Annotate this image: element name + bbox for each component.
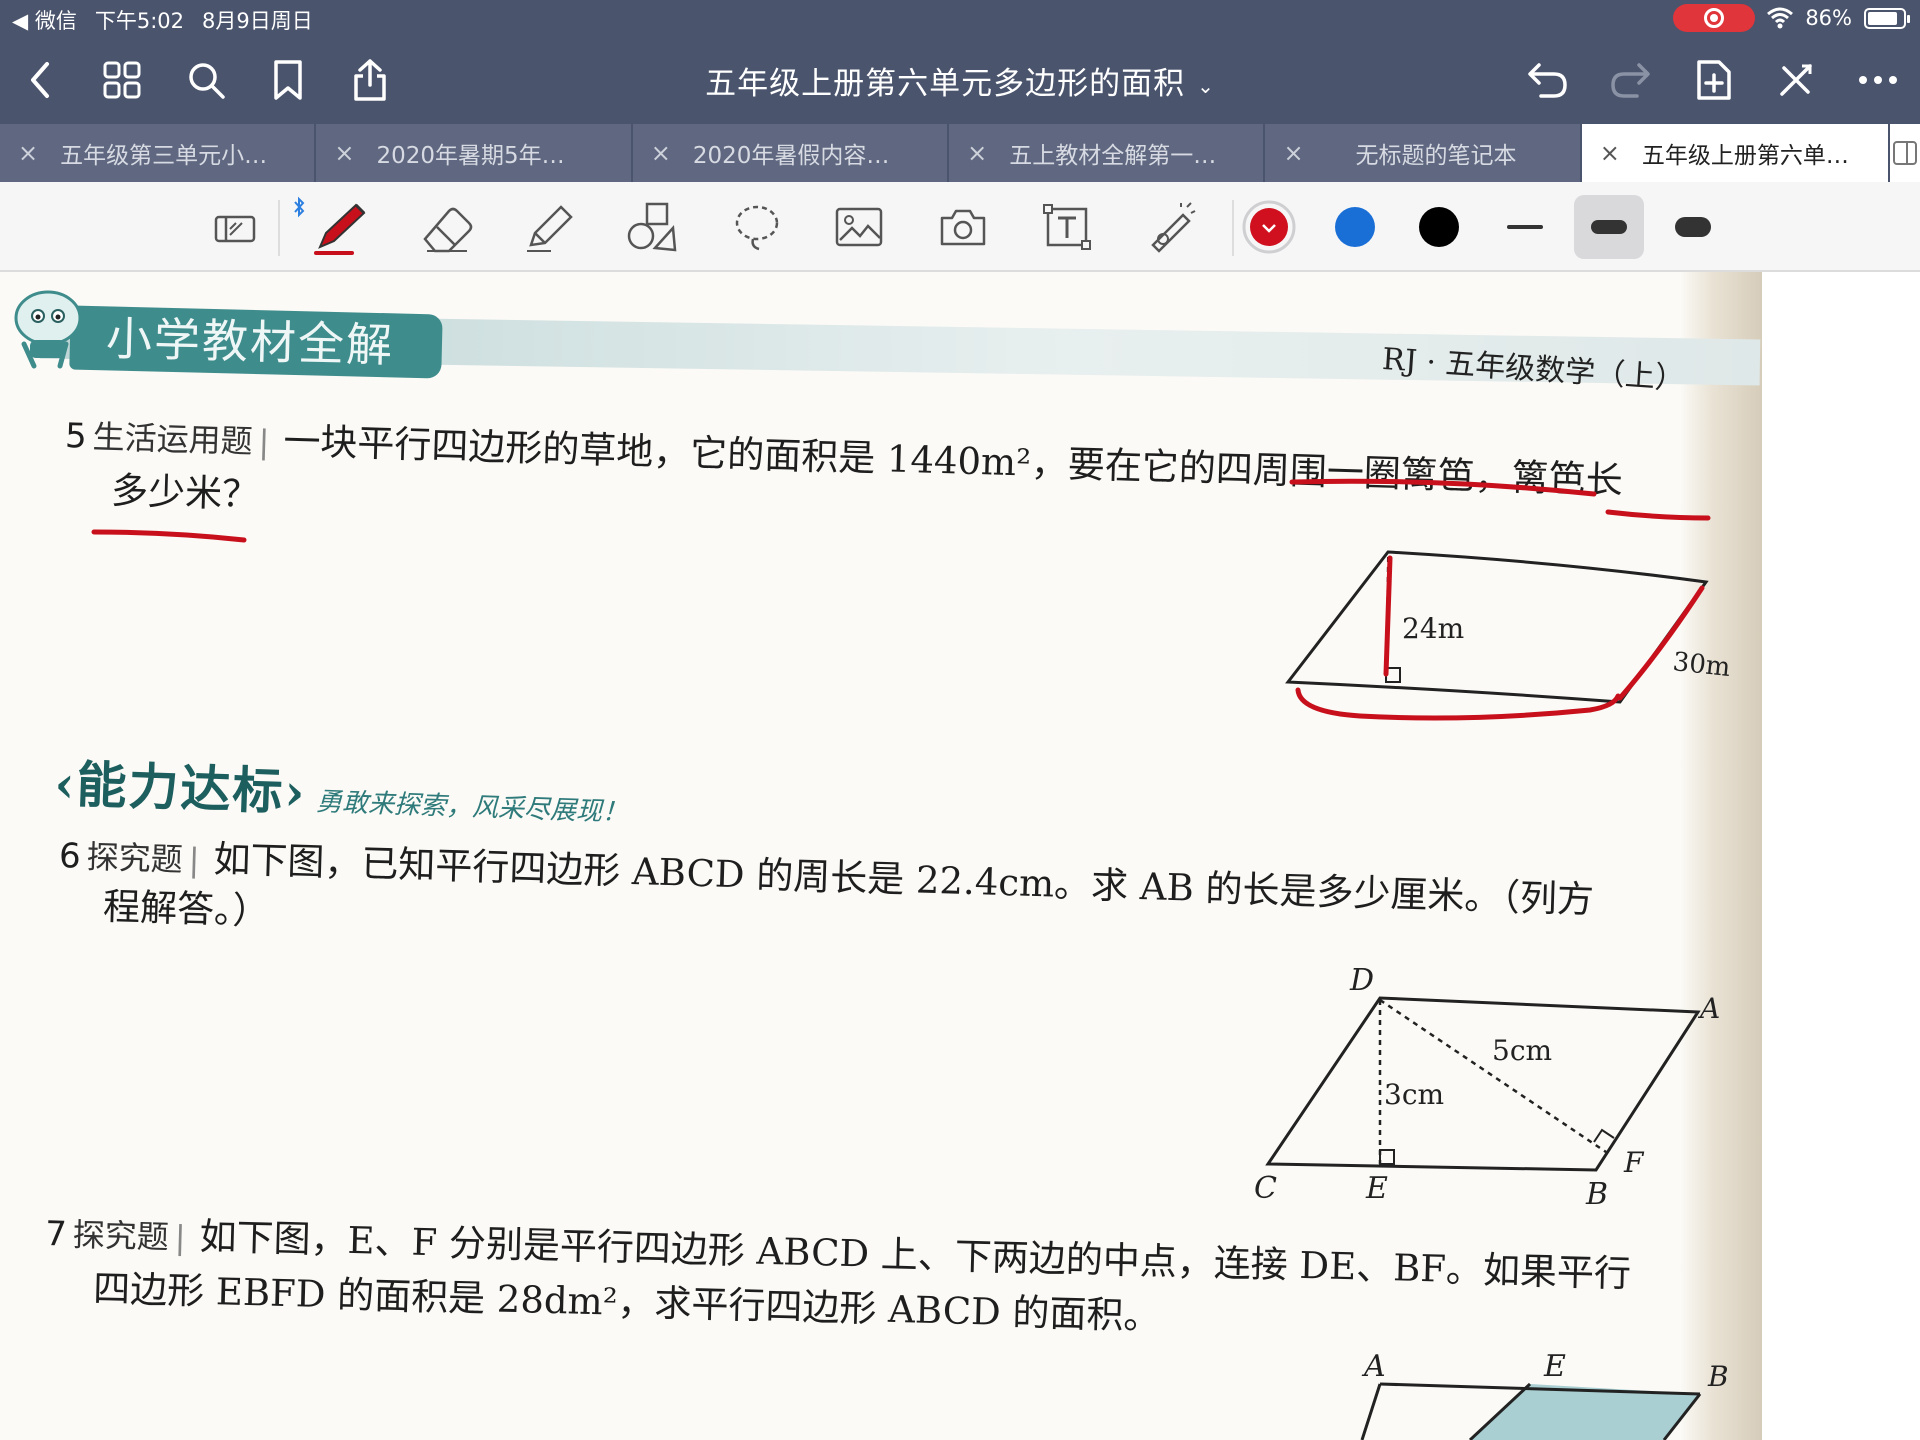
pen-icon (314, 203, 366, 255)
share-button[interactable] (344, 54, 396, 106)
pen-mode-toggle[interactable] (1770, 54, 1822, 106)
color-black-swatch[interactable] (1410, 199, 1468, 255)
ink-underline-perimeter (1289, 478, 1597, 497)
bookmark-button[interactable] (262, 54, 314, 106)
close-tab-icon[interactable]: × (1283, 139, 1303, 167)
pen-tool[interactable] (312, 199, 370, 255)
add-page-button[interactable] (1688, 54, 1740, 106)
bookmark-icon (274, 60, 302, 100)
search-button[interactable] (180, 54, 232, 106)
stroke-thick-icon (1675, 217, 1711, 237)
tab-5-active[interactable]: × 五年级上册第六单… (1581, 124, 1891, 182)
battery-percent: 86% (1805, 6, 1852, 30)
tab-label: 五年级上册第六单… (1641, 143, 1849, 169)
eraser-tool[interactable] (418, 199, 476, 255)
grid-icon (103, 61, 141, 99)
stroke-thick-option[interactable] (1664, 199, 1722, 255)
nav-bar: 五年级上册第六单元多边形的面积 ⌄ (0, 36, 1920, 124)
tab-label: 五上教材全解第一… (1009, 143, 1217, 169)
chevron-down-icon: ⌄ (1197, 73, 1215, 98)
close-tab-icon[interactable]: × (651, 139, 671, 167)
ink-height-mark (1383, 555, 1393, 677)
shapes-icon (627, 202, 677, 252)
tab-bar: × 五年级第三单元小… × 2020年暑期5年… × 2020年暑假内容… × 五上教材… (0, 124, 1920, 182)
highlighter-icon (527, 205, 573, 252)
split-view-button[interactable] (1890, 124, 1920, 182)
image-icon (835, 207, 883, 247)
tab-label: 五年级第三单元小… (60, 143, 268, 169)
back-button[interactable] (14, 54, 66, 106)
pencil-cross-icon (1780, 64, 1812, 96)
add-page-icon (1697, 60, 1731, 100)
status-date: 8月9日周日 (202, 9, 313, 33)
close-tab-icon[interactable]: × (967, 139, 987, 167)
document-page[interactable]: 小学教材全解 RJ · 五年级数学（上） 5生活运用题一块平行四边形的草地，它的… (0, 272, 1920, 1440)
stroke-medium-icon (1591, 220, 1627, 234)
tab-4[interactable]: × 无标题的笔记本 (1265, 124, 1582, 182)
thumbnails-button[interactable] (96, 54, 148, 106)
tab-1[interactable]: × 2020年暑期5年… (316, 124, 633, 182)
back-to-app-link[interactable]: ◀ 微信 (12, 5, 77, 35)
bluetooth-icon (294, 196, 305, 218)
status-bar: ◀ 微信 下午5:02 8月9日周日 86% (0, 0, 1920, 36)
more-button[interactable] (1852, 54, 1904, 106)
color-blue-swatch[interactable] (1326, 199, 1384, 255)
laser-pointer-icon (1151, 202, 1196, 253)
redo-button[interactable] (1604, 54, 1656, 106)
lasso-icon (735, 205, 779, 251)
split-view-icon (1893, 141, 1918, 165)
eraser-icon (423, 207, 473, 253)
chevron-left-icon (31, 62, 49, 98)
close-tab-icon[interactable]: × (18, 139, 38, 167)
search-icon (189, 63, 225, 99)
tab-3[interactable]: × 五上教材全解第一… (949, 124, 1266, 182)
highlighter-tool[interactable] (520, 199, 578, 255)
selected-color-icon (1242, 200, 1296, 254)
text-box-icon (1043, 204, 1091, 250)
tab-2[interactable]: × 2020年暑假内容… (632, 124, 950, 182)
screen-recording-icon[interactable] (1673, 4, 1756, 32)
undo-button[interactable] (1522, 54, 1574, 106)
more-icon (1859, 76, 1897, 84)
color-red-swatch[interactable] (1240, 199, 1298, 255)
tab-0[interactable]: × 五年级第三单元小… (0, 124, 317, 182)
text-tool[interactable] (1038, 199, 1096, 255)
close-tab-icon[interactable]: × (334, 139, 354, 167)
stroke-thin-option[interactable] (1496, 199, 1554, 255)
document-title-text: 五年级上册第六单元多边形的面积 (705, 66, 1186, 102)
battery-icon (1864, 7, 1910, 29)
image-tool[interactable] (830, 199, 888, 255)
ink-side-mark (1617, 585, 1705, 701)
undo-icon (1528, 63, 1567, 98)
tab-label: 无标题的笔记本 (1355, 143, 1517, 169)
redo-icon (1611, 63, 1650, 98)
stroke-medium-option[interactable] (1574, 195, 1644, 259)
color-dot-icon (1419, 207, 1459, 247)
tab-label: 2020年暑期5年… (376, 143, 565, 169)
annotation-toolbar (0, 182, 1920, 272)
color-dot-icon (1335, 207, 1375, 247)
read-only-toggle[interactable] (206, 199, 264, 255)
laser-pointer-tool[interactable] (1142, 199, 1200, 255)
ink-underline-length (1605, 509, 1711, 521)
share-icon (354, 59, 386, 101)
camera-tool[interactable] (934, 199, 992, 255)
shape-tool[interactable] (622, 199, 680, 255)
reading-mode-icon (214, 215, 256, 243)
tab-label: 2020年暑假内容… (692, 143, 890, 169)
status-time: 下午5:02 (94, 9, 184, 33)
ink-annotations (91, 478, 1711, 721)
lasso-tool[interactable] (728, 199, 786, 255)
ink-base-mark (1295, 687, 1621, 721)
camera-icon (940, 209, 986, 246)
ink-underline-how-many (91, 529, 247, 543)
document-title[interactable]: 五年级上册第六单元多边形的面积 ⌄ (640, 58, 1280, 103)
close-tab-icon[interactable]: × (1600, 139, 1620, 167)
wifi-icon (1767, 7, 1794, 29)
stroke-thin-icon (1507, 225, 1543, 229)
